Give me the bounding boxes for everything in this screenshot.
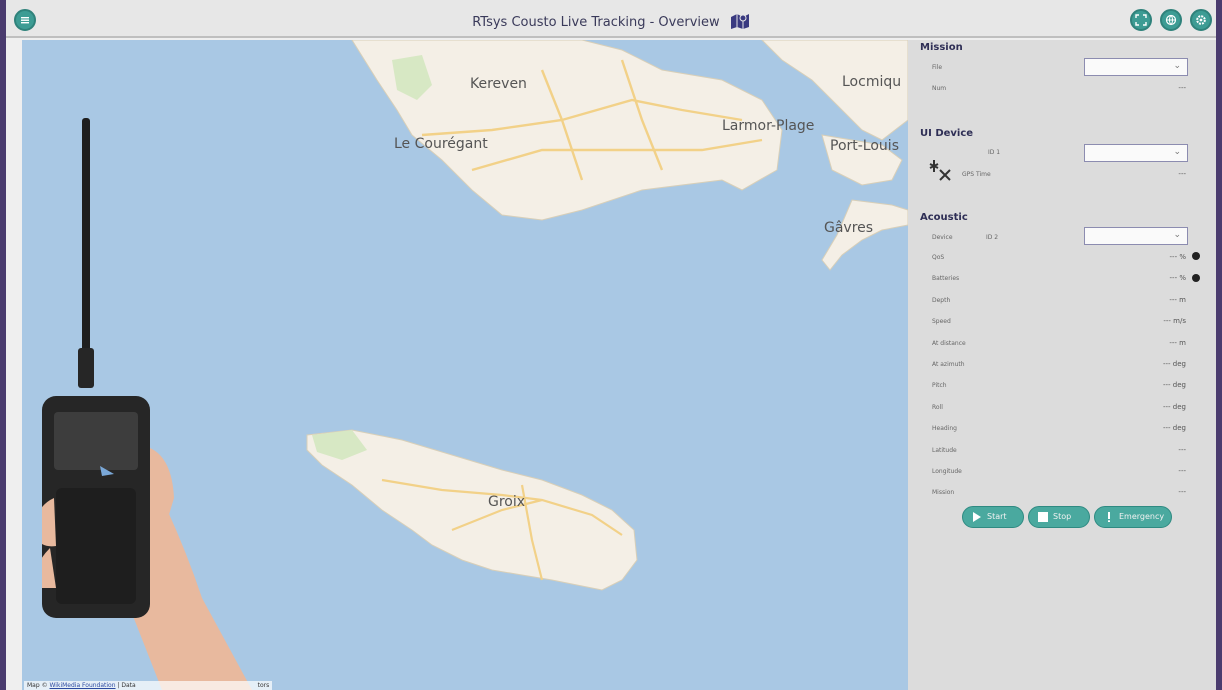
reading-value: --- m: [1169, 339, 1186, 347]
chevron-down-icon: ⌄: [1173, 230, 1181, 240]
play-icon: [973, 512, 981, 522]
attribution-prefix: Map ©: [27, 682, 48, 689]
fullscreen-icon: [1135, 14, 1147, 26]
chevron-down-icon: ⌄: [1173, 147, 1181, 157]
reading-value: ---: [1178, 446, 1186, 454]
attribution-tail: tors: [257, 682, 270, 689]
place-label: Le Courégant: [394, 136, 488, 152]
place-label: Kereven: [470, 76, 527, 92]
device-id-label: ID 2: [986, 234, 999, 241]
reading-value: --- %: [1169, 253, 1186, 261]
reading-value: --- m: [1169, 296, 1186, 304]
map-view[interactable]: Kereven Locmiqu Larmor-Plage Le Courégan…: [22, 40, 908, 690]
app-window: RTsys Cousto Live Tracking - Overview Ke…: [0, 0, 1222, 690]
start-button-label: Start: [987, 512, 1007, 521]
reading-label: At azimuth: [932, 361, 965, 368]
info-panel: Mission File ⌄ Num --- UI Device ID 1 ⌄ …: [908, 40, 1216, 690]
stop-icon: [1038, 512, 1048, 522]
gps-time-value: ---: [1178, 170, 1186, 178]
reading-label: Mission: [932, 489, 955, 496]
handheld-radio-image: [42, 118, 252, 690]
ui-device-select[interactable]: ⌄: [1084, 144, 1188, 162]
reading-label: Roll: [932, 404, 943, 411]
settings-button[interactable]: [1190, 9, 1212, 31]
device-label: Device: [932, 234, 953, 241]
globe-button[interactable]: [1160, 9, 1182, 31]
map-attribution: Map © WikiMedia Foundation | Data tors: [24, 681, 273, 690]
attribution-link[interactable]: WikiMedia Foundation: [50, 682, 116, 689]
gps-time-label: GPS Time: [962, 171, 991, 178]
place-label: Port-Louis: [830, 138, 899, 154]
file-select[interactable]: ⌄: [1084, 58, 1188, 76]
page-title-text: RTsys Cousto Live Tracking - Overview: [472, 15, 720, 30]
num-value: ---: [1178, 84, 1186, 92]
place-label: Locmiqu: [842, 74, 902, 90]
emergency-button-label: Emergency: [1119, 512, 1165, 521]
reading-value: --- deg: [1163, 403, 1186, 411]
ui-device-id-label: ID 1: [988, 149, 1001, 156]
globe-icon: [1165, 14, 1177, 26]
emergency-button[interactable]: Emergency: [1094, 506, 1172, 528]
reading-value: --- m/s: [1163, 317, 1186, 325]
start-button[interactable]: Start: [962, 506, 1024, 528]
fullscreen-button[interactable]: [1130, 9, 1152, 31]
reading-label: Pitch: [932, 382, 947, 389]
reading-label: Heading: [932, 425, 957, 432]
settings-icon: [1196, 15, 1206, 25]
section-title-acoustic: Acoustic: [920, 212, 968, 223]
stop-button[interactable]: Stop: [1028, 506, 1090, 528]
section-title-mission: Mission: [920, 42, 963, 53]
place-label: Larmor-Plage: [722, 118, 815, 134]
place-label: Gâvres: [824, 220, 874, 236]
reading-value: ---: [1178, 488, 1186, 496]
reading-label: Latitude: [932, 447, 957, 454]
place-label: Groix: [488, 494, 526, 510]
section-title-ui-device: UI Device: [920, 128, 974, 139]
reading-label: Depth: [932, 297, 951, 304]
reading-label: Longitude: [932, 468, 962, 475]
map-icon: [730, 14, 749, 29]
reading-label: Batteries: [932, 275, 960, 282]
reading-value: --- deg: [1163, 424, 1186, 432]
reading-value: --- deg: [1163, 360, 1186, 368]
qos-status-dot: [1192, 252, 1200, 260]
chevron-down-icon: ⌄: [1173, 61, 1181, 71]
acoustic-device-select[interactable]: ⌄: [1084, 227, 1188, 245]
reading-value: ---: [1178, 467, 1186, 475]
reading-label: QoS: [932, 254, 945, 261]
page-title: RTsys Cousto Live Tracking - Overview: [6, 12, 1216, 30]
reading-label: At distance: [932, 340, 966, 347]
exclamation-icon: [1108, 512, 1110, 522]
reading-label: Speed: [932, 318, 951, 325]
gps-off-icon: [929, 160, 951, 181]
battery-status-dot: [1192, 274, 1200, 282]
file-label: File: [932, 64, 943, 71]
stop-button-label: Stop: [1053, 512, 1072, 521]
num-label: Num: [932, 85, 947, 92]
attribution-rest: | Data: [117, 682, 136, 689]
top-bar: RTsys Cousto Live Tracking - Overview: [6, 0, 1216, 38]
reading-value: --- deg: [1163, 381, 1186, 389]
reading-value: --- %: [1169, 274, 1186, 282]
